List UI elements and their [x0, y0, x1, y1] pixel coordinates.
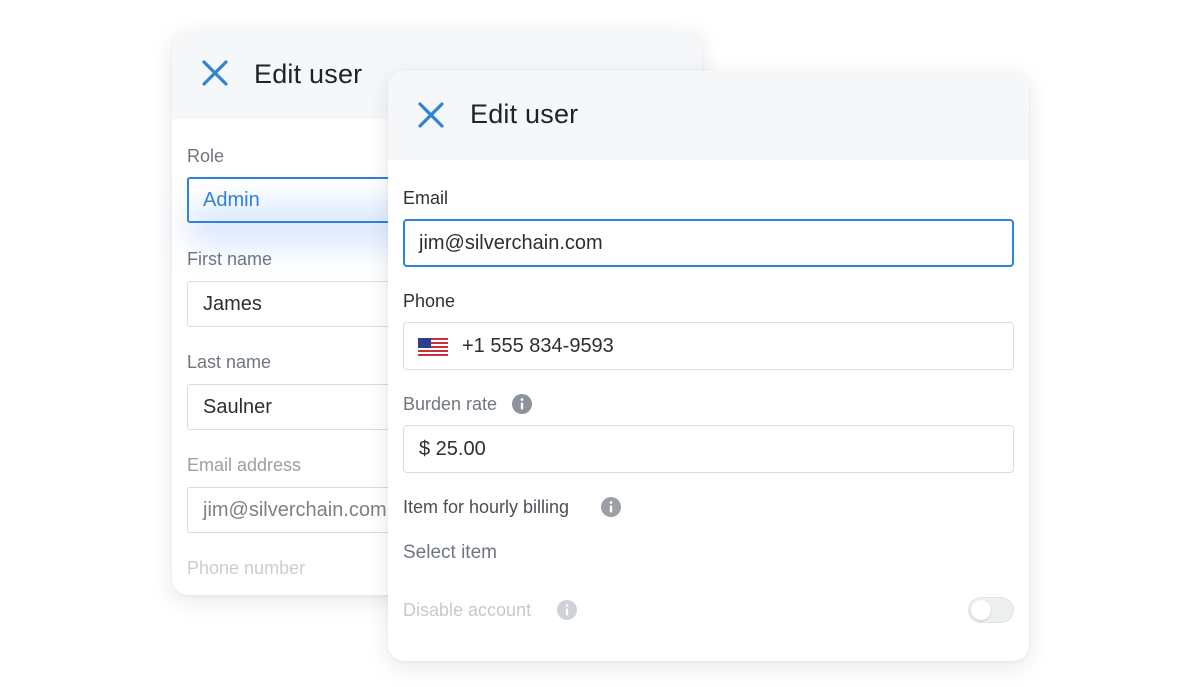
hourly-billing-select[interactable]: Select item	[403, 542, 497, 564]
phone-number-label: Phone number	[187, 558, 306, 578]
us-flag-icon[interactable]	[418, 338, 448, 356]
close-icon[interactable]	[201, 59, 229, 87]
dialog-title: Edit user	[470, 99, 579, 129]
info-icon[interactable]	[557, 600, 577, 620]
dialog-title: Edit user	[254, 59, 363, 89]
burden-rate-label: Burden rate	[403, 394, 498, 414]
phone-value: +1 555 834-9593	[462, 335, 614, 357]
close-icon[interactable]	[417, 101, 445, 129]
info-icon[interactable]	[601, 497, 621, 517]
toggle-knob	[971, 600, 991, 620]
phone-field[interactable]: +1 555 834-9593	[403, 322, 1014, 370]
info-icon[interactable]	[512, 394, 532, 414]
edit-user-dialog-front: Edit user Email jim@silverchain.com Phon…	[388, 71, 1029, 661]
dialog-header: Edit user	[388, 71, 1029, 160]
email-label: Email	[403, 188, 449, 208]
disable-account-toggle[interactable]	[968, 597, 1014, 623]
first-name-label: First name	[187, 249, 273, 269]
email-field[interactable]: jim@silverchain.com	[403, 219, 1014, 267]
email-address-label: Email address	[187, 455, 302, 475]
disable-account-label: Disable account	[403, 600, 532, 620]
burden-rate-field[interactable]: $ 25.00	[403, 425, 1014, 473]
last-name-label: Last name	[187, 352, 272, 372]
phone-label: Phone	[403, 291, 456, 311]
role-label: Role	[187, 146, 225, 166]
hourly-billing-label: Item for hourly billing	[403, 497, 570, 517]
